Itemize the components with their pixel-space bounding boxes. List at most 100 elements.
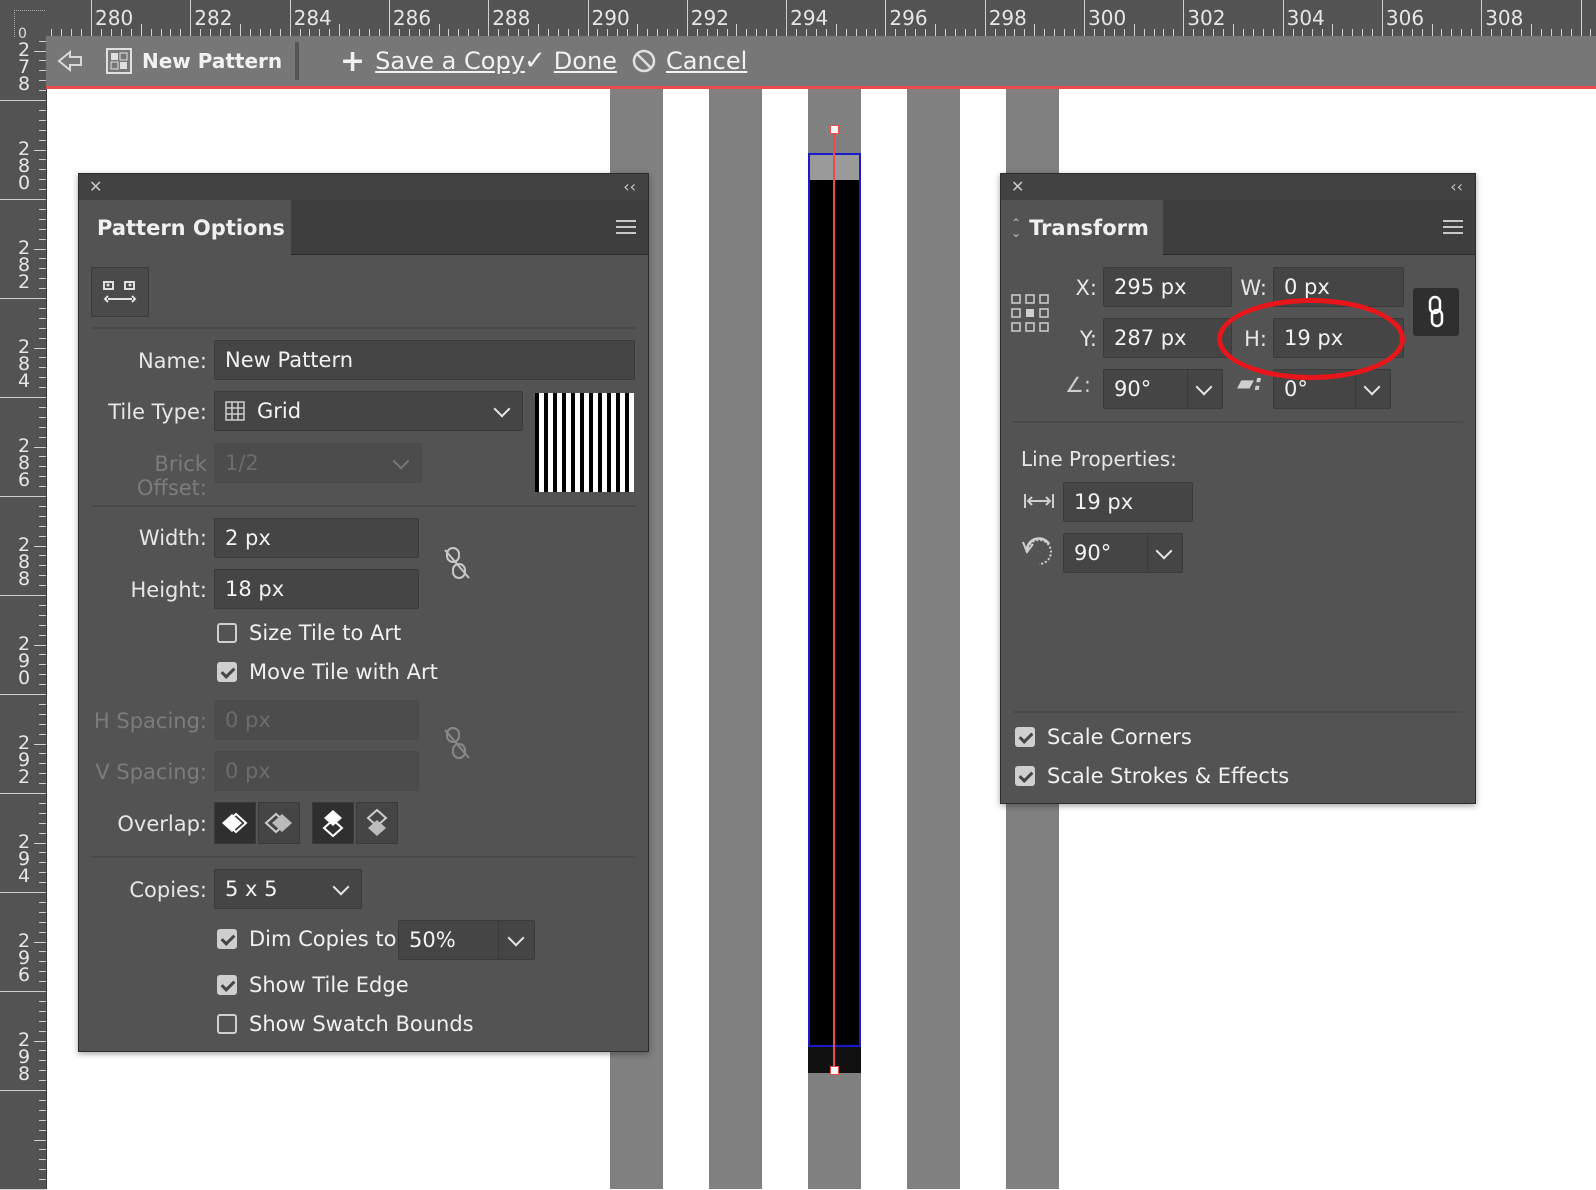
ruler-tick <box>577 29 579 36</box>
show-swatch-bounds-checkbox[interactable] <box>217 1014 237 1034</box>
ruler-tick <box>39 1000 46 1002</box>
broken-link-icon <box>444 547 470 579</box>
ruler-tick <box>398 29 400 36</box>
scale-corners-checkbox[interactable] <box>1015 727 1035 747</box>
cancel-button[interactable]: Cancel <box>632 36 747 86</box>
tab-pattern-options[interactable]: Pattern Options <box>79 200 291 255</box>
ruler-tick <box>39 783 46 785</box>
scale-strokes-checkbox[interactable] <box>1015 766 1035 786</box>
unlink-proportions-button[interactable] <box>439 544 475 582</box>
show-tile-edge-label: Show Tile Edge <box>249 973 409 997</box>
unlink-spacing-button[interactable] <box>439 724 475 762</box>
pattern-tile-tool-icon <box>103 281 137 303</box>
save-copy-button[interactable]: + Save a Copy <box>340 36 525 86</box>
dim-copies-label: Dim Copies to: <box>249 927 404 951</box>
reference-point-icon[interactable] <box>1011 294 1049 332</box>
close-icon[interactable]: ✕ <box>1011 177 1024 196</box>
done-button[interactable]: ✓ Done <box>524 36 617 86</box>
tab-transform[interactable]: ⌃ ⌄ Transform <box>1001 200 1163 255</box>
tile-width-value: 2 px <box>225 526 271 550</box>
collapse-icon[interactable]: ‹‹ <box>623 177 636 196</box>
ruler-corner[interactable]: 0 <box>0 0 46 42</box>
ruler-tick <box>39 901 46 903</box>
overlap-bottom-in-front-button[interactable] <box>356 802 398 844</box>
copies-dropdown[interactable]: 5 x 5 <box>214 869 362 909</box>
line-length-input[interactable]: 19 px <box>1063 482 1193 522</box>
selected-line-path[interactable] <box>833 130 835 1070</box>
ruler-tick <box>1451 29 1453 36</box>
y-position-input[interactable]: 287 px <box>1103 318 1232 358</box>
ruler-tick <box>81 29 83 36</box>
plus-icon: + <box>340 43 366 79</box>
pattern-swatch-icon <box>106 48 132 74</box>
scale-strokes-label: Scale Strokes & Effects <box>1047 764 1290 788</box>
size-tile-checkbox[interactable] <box>217 623 237 643</box>
horizontal-ruler[interactable]: 280 282 284 286 288 290 292 294 296 298 300 302 304 3… <box>0 0 1596 37</box>
h-spacing-input[interactable]: 0 px <box>214 700 419 740</box>
ruler-tick <box>537 24 539 36</box>
ruler-tick <box>100 29 102 36</box>
panel-menu-icon[interactable] <box>1443 220 1463 234</box>
ruler-tick <box>259 29 261 36</box>
ruler-label: 290 <box>17 633 31 689</box>
ruler-tick <box>378 29 380 36</box>
ruler-tick <box>517 29 519 36</box>
tile-width-input[interactable]: 2 px <box>214 518 419 558</box>
pattern-stripe <box>907 89 960 1189</box>
ruler-tick <box>299 29 301 36</box>
line-length-icon <box>1023 492 1055 510</box>
ruler-tick <box>39 763 46 765</box>
ruler-tick <box>39 268 46 270</box>
chevron-down-icon <box>1195 378 1213 396</box>
tile-height-input[interactable]: 18 px <box>214 569 419 609</box>
ruler-tick <box>220 29 222 36</box>
ruler-tick <box>1183 0 1185 36</box>
ruler-tick <box>39 1149 46 1151</box>
move-tile-checkbox[interactable] <box>217 662 237 682</box>
overlap-left-in-front-button[interactable] <box>214 802 256 844</box>
dim-copies-checkbox[interactable] <box>217 929 237 949</box>
constrain-proportions-button[interactable] <box>1413 288 1459 336</box>
ruler-label: 282 <box>194 6 233 30</box>
collapse-icon[interactable]: ‹‹ <box>1450 177 1463 196</box>
ruler-tick <box>39 1169 46 1171</box>
ruler-tick <box>39 456 46 458</box>
panel-menu-icon[interactable] <box>616 220 636 234</box>
x-position-input[interactable]: 295 px <box>1103 267 1232 307</box>
vertical-ruler[interactable]: 278 280 282 284 286 288 290 292 294 296 298 <box>0 36 47 1190</box>
ruler-tick <box>39 753 46 755</box>
ruler-tick <box>815 29 817 36</box>
ruler-label: 296 <box>17 930 31 986</box>
ruler-tick <box>1014 29 1016 36</box>
back-button[interactable] <box>56 36 84 86</box>
line-angle-dropdown[interactable]: 90° <box>1063 533 1183 573</box>
anchor-point-bottom[interactable] <box>830 1066 839 1075</box>
ruler-tick <box>1232 24 1234 36</box>
ruler-tick <box>1421 29 1423 36</box>
tile-editor-tool-button[interactable] <box>91 267 149 317</box>
overlap-top-icon <box>322 810 344 838</box>
tile-type-dropdown[interactable]: Grid <box>214 391 523 431</box>
brick-offset-label: Brick Offset: <box>136 452 207 500</box>
ruler-tick <box>935 24 937 36</box>
anchor-point-top[interactable] <box>830 125 839 134</box>
rotate-angle-dropdown[interactable]: 90° <box>1103 369 1223 409</box>
v-spacing-input[interactable]: 0 px <box>214 751 419 791</box>
overlap-top-in-front-button[interactable] <box>312 802 354 844</box>
pattern-name-input[interactable]: New Pattern <box>214 340 635 380</box>
ruler-tick <box>249 29 251 36</box>
ruler-tick <box>1282 0 1284 36</box>
ruler-tick <box>39 208 46 210</box>
overlap-right-in-front-button[interactable] <box>258 802 300 844</box>
ruler-tick <box>1381 0 1383 36</box>
dropdown-divider <box>1355 370 1356 408</box>
move-tile-label: Move Tile with Art <box>249 660 438 684</box>
show-tile-edge-checkbox[interactable] <box>217 975 237 995</box>
ruler-tick <box>39 139 46 141</box>
divider <box>1013 711 1463 713</box>
ruler-tick <box>39 634 46 636</box>
close-icon[interactable]: ✕ <box>89 177 102 196</box>
x-value: 295 px <box>1114 275 1187 299</box>
dim-copies-dropdown[interactable]: 50% <box>398 920 535 960</box>
brick-offset-dropdown[interactable]: 1/2 <box>214 443 422 483</box>
